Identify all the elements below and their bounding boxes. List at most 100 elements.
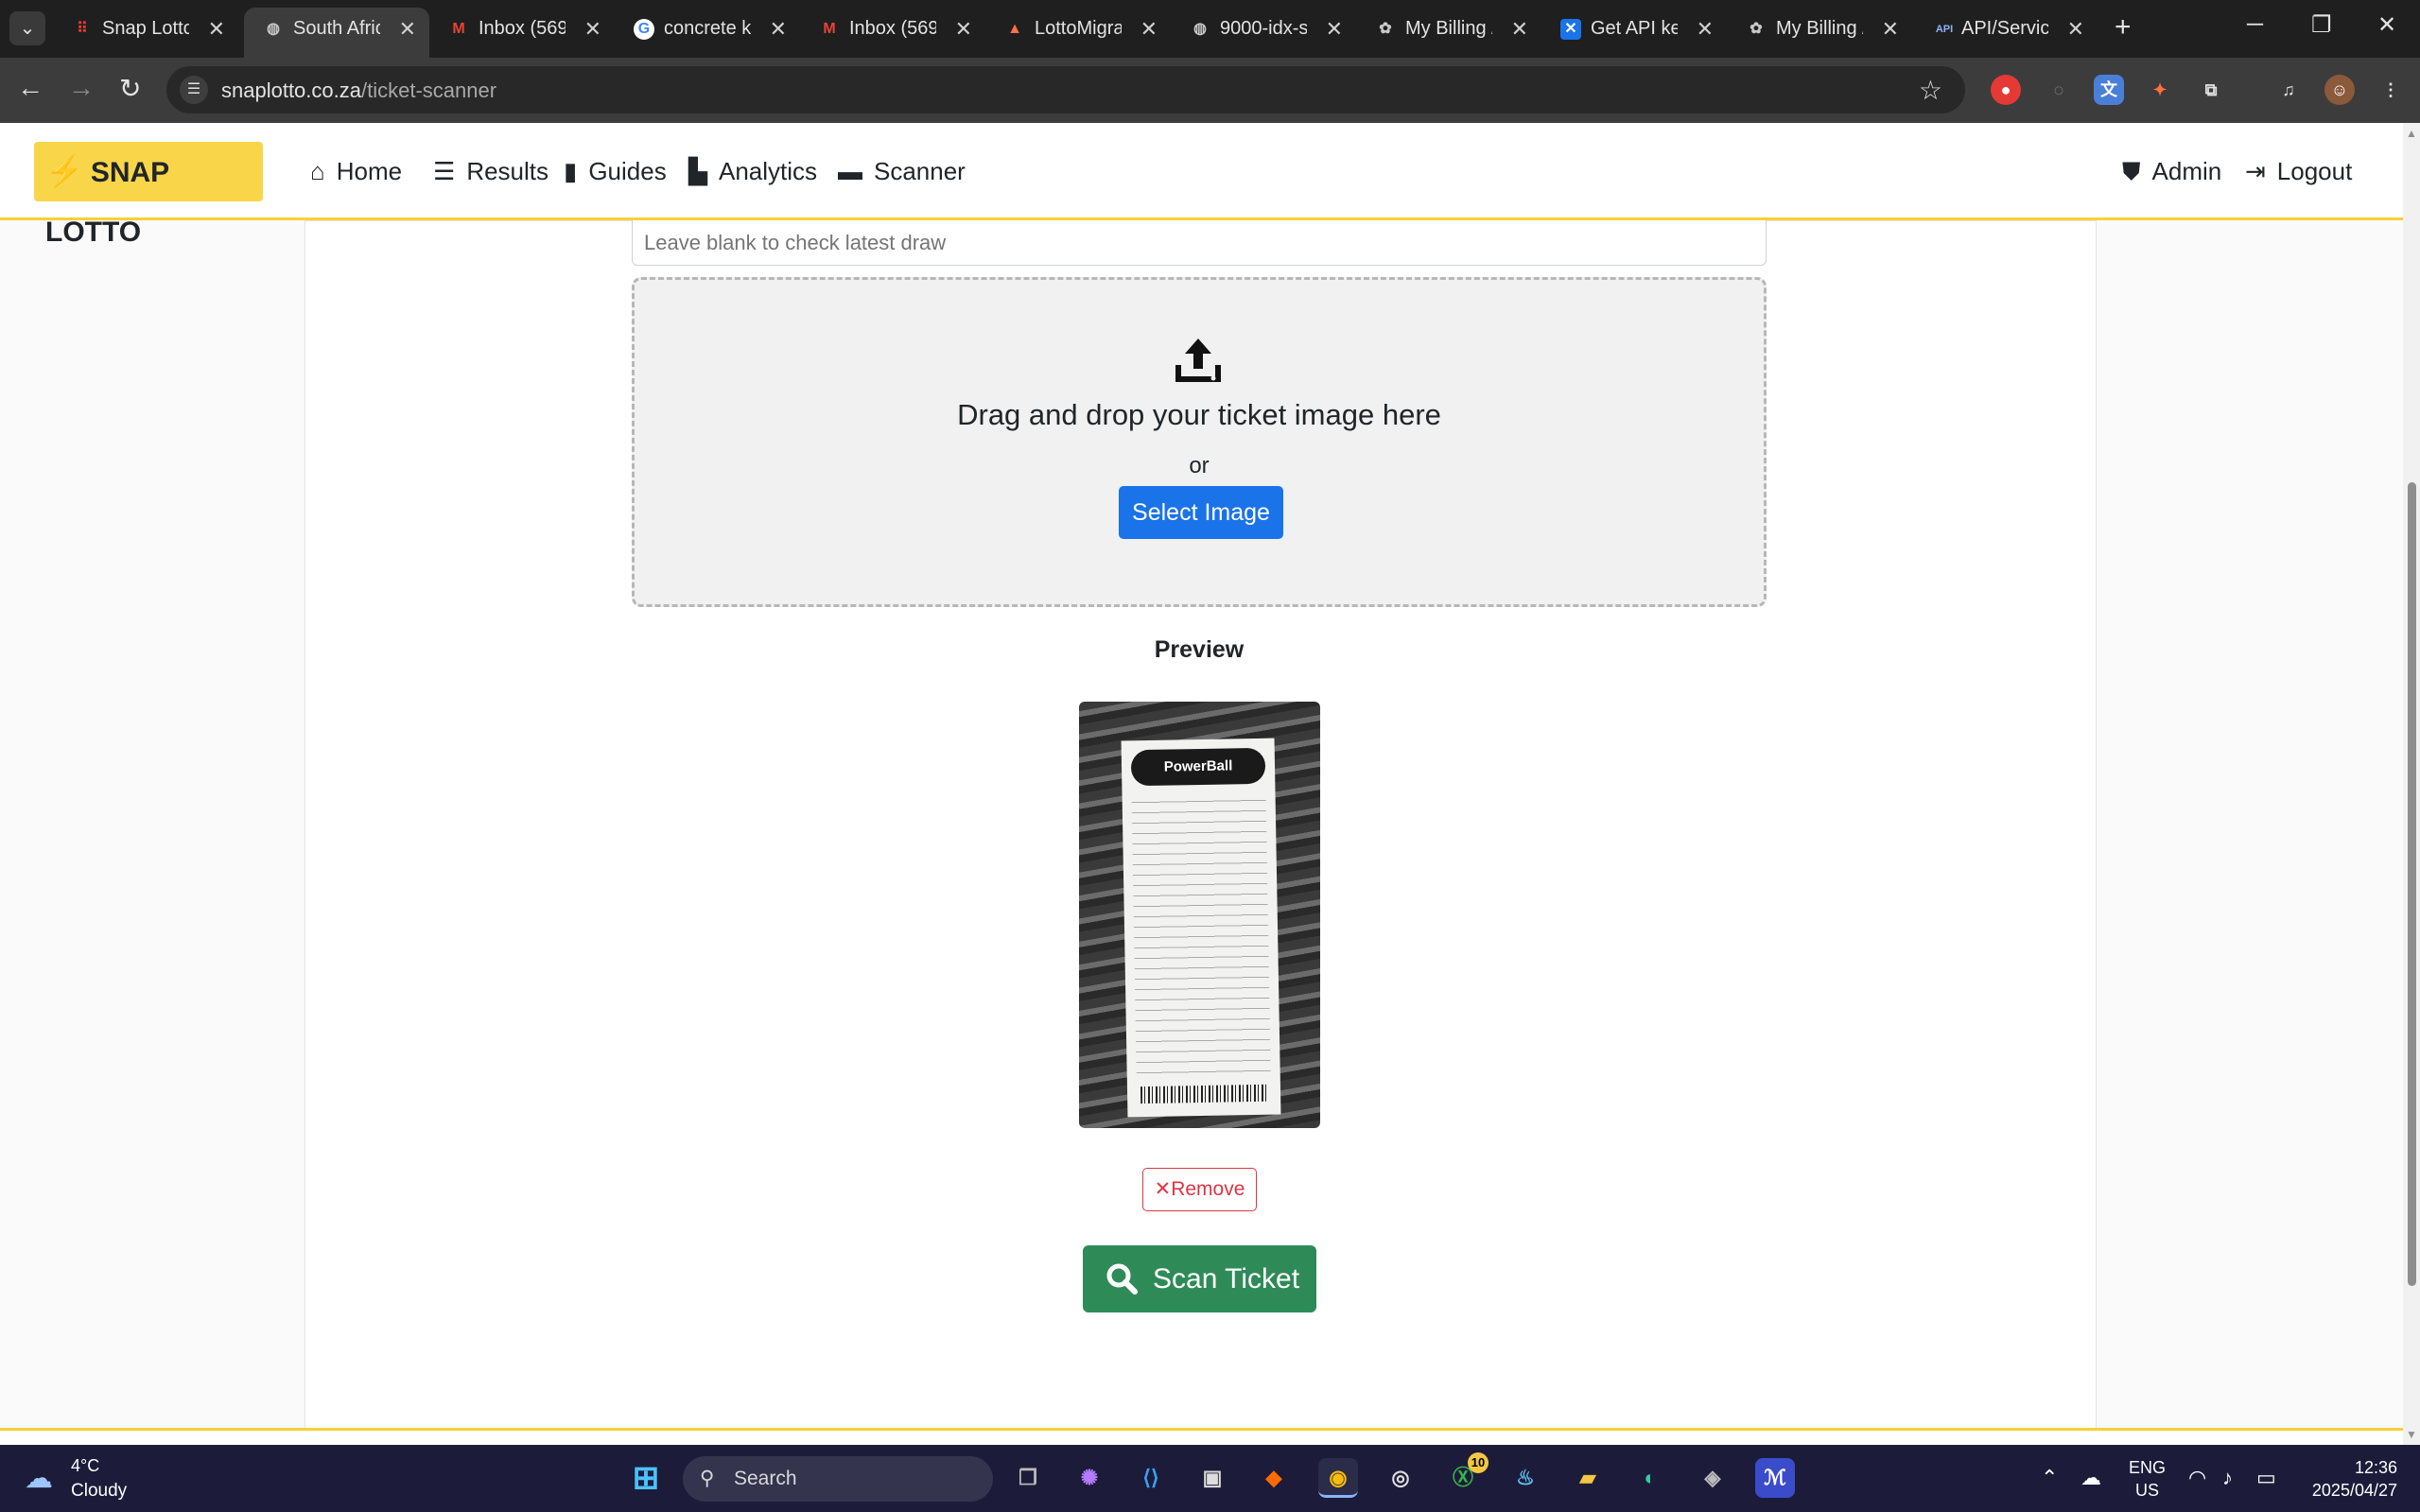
scroll-up-arrow-icon[interactable]: ▲ [2406,127,2417,140]
weather-description[interactable]: Cloudy [71,1481,127,1502]
api-icon: API [1935,24,1954,35]
remove-label: Remove [1171,1178,1245,1200]
task-view-icon[interactable]: ❐ [1008,1458,1048,1498]
nav-home-label: Home [336,157,403,185]
browser-tab-snap-lotto[interactable]: ⠿ Snap Lotto ✕ [53,8,238,50]
preview-heading: Preview [1154,636,1245,663]
browser-tab-inbox[interactable]: M Inbox (569) ✕ [429,8,615,50]
language-indicator[interactable]: ENG US [2129,1456,2166,1502]
windows-start-icon[interactable]: ⊞ [626,1458,666,1498]
unity-icon[interactable]: ◈ [1693,1458,1732,1498]
restore-icon[interactable]: ❐ [2311,11,2332,39]
extensions-puzzle-icon[interactable]: ⧉ [2196,75,2226,105]
battery-icon[interactable]: ▭ [2256,1466,2276,1490]
nav-results[interactable]: ☰ Results [433,157,548,186]
scroll-thumb[interactable] [2408,482,2416,1286]
draw-number-input[interactable] [632,220,1767,266]
browser-tab-api-key[interactable]: ✕ Get API key ✕ [1541,8,1727,50]
scroll-down-arrow-icon[interactable]: ▼ [2406,1428,2417,1441]
steam-icon[interactable]: ♨ [1506,1458,1545,1498]
page-scrollbar[interactable]: ▲ ▼ [2403,123,2420,1445]
translate-icon[interactable]: 文 [2094,75,2124,105]
close-window-icon[interactable]: ✕ [2377,11,2396,39]
close-tab-icon[interactable]: ✕ [2067,8,2084,50]
site-info-icon[interactable]: ☰ [180,76,208,104]
reload-icon[interactable]: ↻ [119,73,141,104]
edge-icon[interactable]: ◐ [1630,1458,1670,1498]
close-tab-icon[interactable]: ✕ [1326,8,1343,50]
clock-time: 12:36 [2354,1458,2397,1477]
close-tab-icon[interactable]: ✕ [208,8,225,50]
new-tab-button[interactable]: + [2115,11,2132,43]
browser-tab-api-service[interactable]: API API/Service ✕ [1912,8,2098,50]
xbox-icon[interactable]: Ⓧ 10 [1443,1452,1489,1498]
nav-logout[interactable]: ⇥ Logout [2245,157,2352,186]
remove-image-button[interactable]: ✕Remove [1142,1168,1257,1211]
app-icon[interactable]: ℳ [1755,1458,1795,1498]
extension-fox-icon[interactable]: ✦ [2145,75,2175,105]
book-icon: ▮ [564,157,578,185]
obs-icon[interactable]: ◎ [1381,1458,1420,1498]
gmail-icon: M [452,21,465,37]
browser-tab-billing[interactable]: ✿ My Billing / ✕ [1356,8,1541,50]
forward-icon[interactable]: → [68,73,95,103]
bookmark-star-icon[interactable]: ☆ [1919,75,1942,106]
tab-title: Snap Lotto [102,18,189,39]
close-tab-icon[interactable]: ✕ [584,8,601,50]
language-code: ENG [2129,1458,2167,1477]
terminal-app-icon[interactable]: ▣ [1193,1458,1232,1498]
logout-icon: ⇥ [2245,157,2266,185]
back-icon[interactable]: ← [17,73,44,103]
chrome-icon[interactable]: ◉ [1318,1458,1358,1498]
browser-tab-lottomigra[interactable]: ▲ LottoMigra ✕ [985,8,1171,50]
wifi-icon[interactable]: ◠ [2188,1466,2206,1490]
footer-divider [0,1428,2403,1445]
nav-scanner[interactable]: ▬ Scanner [838,157,966,186]
browser-tab-billing-2[interactable]: ✿ My Billing / ✕ [1727,8,1912,50]
dropzone-or-text: or [1189,453,1210,478]
close-tab-icon[interactable]: ✕ [770,8,787,50]
close-tab-icon[interactable]: ✕ [955,8,972,50]
system-clock[interactable]: 12:36 2025/04/27 [2303,1456,2397,1502]
file-explorer-icon[interactable]: ▰ [1568,1458,1608,1498]
scan-ticket-button[interactable]: Scan Ticket [1083,1245,1316,1312]
nav-home[interactable]: ⌂ Home [310,157,402,186]
close-icon: ✕ [1154,1178,1172,1200]
brand-logo[interactable]: ⚡ SNAP LOTTO [34,142,263,248]
ticket-dropzone[interactable]: Drag and drop your ticket image here or … [632,277,1767,607]
browser-tab-inbox-2[interactable]: M Inbox (569) ✕ [800,8,985,50]
show-hidden-icons-icon[interactable]: ⌃ [2041,1466,2058,1490]
media-control-icon[interactable]: ♫ [2273,75,2304,105]
nav-admin[interactable]: ⛊ Admin [2122,157,2221,187]
notification-badge: 10 [1468,1452,1489,1473]
browser-tab-idx[interactable]: ◍ 9000-idx-st ✕ [1171,8,1356,50]
browser-tab-concrete[interactable]: G concrete ki ✕ [615,8,800,50]
game-launcher-icon[interactable]: ◆ [1254,1458,1294,1498]
tab-search-chevron-icon[interactable]: ⌄ [9,11,45,45]
address-bar[interactable]: ☰ snaplotto.co.za/ticket-scanner ☆ [166,66,1965,113]
close-tab-icon[interactable]: ✕ [1697,8,1714,50]
copilot-icon[interactable]: ✺ [1070,1458,1109,1498]
nav-analytics[interactable]: ▙ Analytics [688,157,817,186]
close-tab-icon[interactable]: ✕ [1511,8,1528,50]
nav-guides[interactable]: ▮ Guides [564,157,667,186]
browser-tab-south-africa[interactable]: ◍ South Africa ✕ [244,8,429,58]
minimize-icon[interactable]: ─ [2247,11,2263,38]
taskbar-search[interactable]: ⚲ Search [683,1456,993,1502]
close-tab-icon[interactable]: ✕ [399,8,416,50]
clock-date: 2025/04/27 [2311,1481,2397,1500]
powerball-logo: PowerBall [1130,747,1266,787]
nav-analytics-label: Analytics [719,157,818,185]
extension-shield-icon[interactable]: ● [1991,75,2021,105]
chrome-menu-icon[interactable]: ⋮ [2376,75,2406,105]
extension-circle-icon[interactable]: ◌ [2044,75,2074,105]
cloud-icon[interactable]: ☁ [25,1462,53,1495]
onedrive-cloud-icon[interactable]: ☁ [2081,1466,2101,1490]
close-tab-icon[interactable]: ✕ [1882,8,1899,50]
profile-avatar[interactable]: ☺ [2324,75,2355,105]
weather-temperature[interactable]: 4°C [71,1456,99,1476]
close-tab-icon[interactable]: ✕ [1140,8,1158,50]
vscode-icon[interactable]: ⟨⟩ [1131,1458,1171,1498]
volume-icon[interactable]: ♪ [2222,1466,2233,1490]
select-image-button[interactable]: Select Image [1119,486,1283,539]
